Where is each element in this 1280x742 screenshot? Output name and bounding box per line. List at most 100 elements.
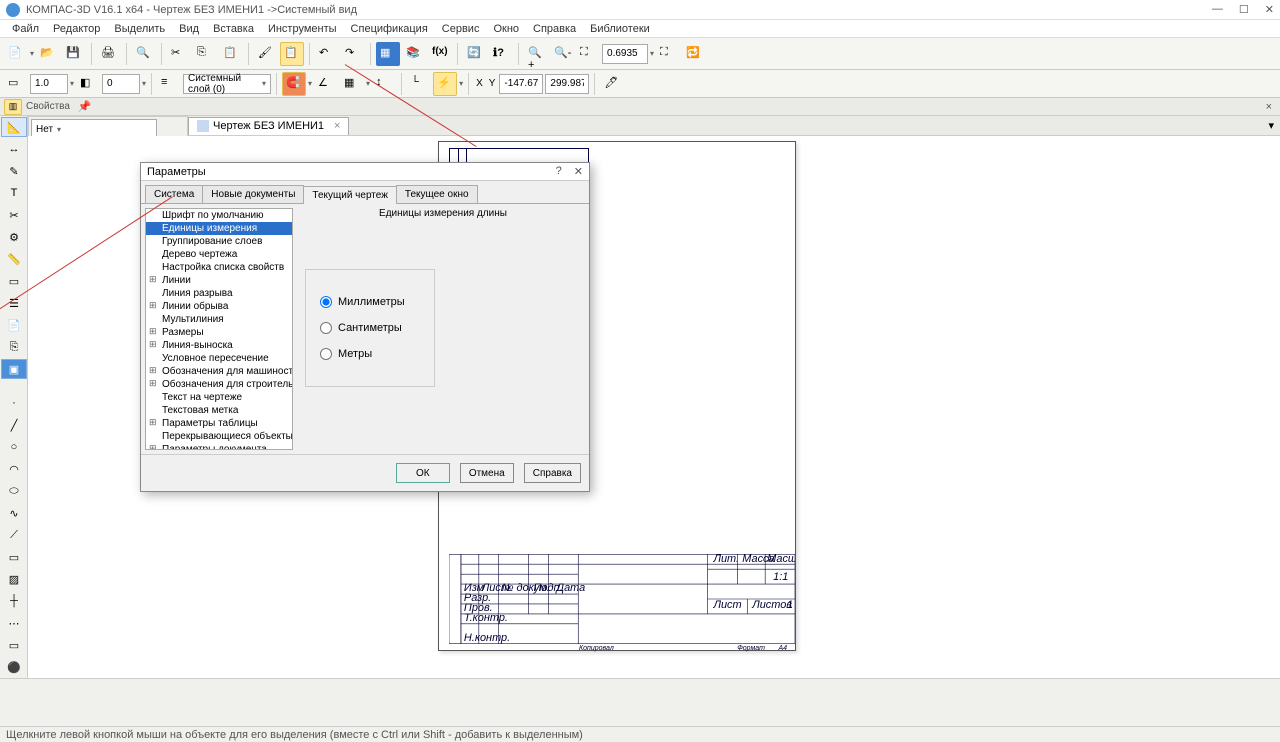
close-button[interactable]: ✕ bbox=[1265, 3, 1274, 16]
settings-tree[interactable]: Шрифт по умолчаниюЕдиницы измеренияГрупп… bbox=[145, 208, 293, 450]
tool-spline[interactable]: ∿ bbox=[1, 503, 27, 523]
properties-button[interactable]: 📋 bbox=[280, 42, 304, 66]
tree-item[interactable]: Настройка списка свойств bbox=[146, 261, 292, 274]
tool-edit[interactable]: ✂ bbox=[1, 205, 27, 225]
dialog-close-button[interactable]: ✕ bbox=[574, 165, 583, 178]
cancel-button[interactable]: Отмена bbox=[460, 463, 514, 483]
new-button[interactable]: 📄 bbox=[4, 42, 28, 66]
library-button[interactable]: 📚 bbox=[402, 42, 426, 66]
x-coord-input[interactable] bbox=[499, 74, 543, 94]
tree-item[interactable]: Перекрывающиеся объекты bbox=[146, 430, 292, 443]
tool-reports[interactable]: 📄 bbox=[1, 315, 27, 335]
tool-sheet[interactable]: ▭ bbox=[1, 635, 27, 655]
document-tab[interactable]: Чертеж БЕЗ ИМЕНИ1 × bbox=[188, 117, 349, 135]
dialog-titlebar[interactable]: Параметры ? ✕ bbox=[141, 163, 589, 181]
current-view-button[interactable]: ▭ bbox=[4, 72, 28, 96]
tree-item[interactable]: Обозначения для строительства bbox=[146, 378, 292, 391]
tool-measure[interactable]: 📏 bbox=[1, 249, 27, 269]
radio-cm[interactable]: Сантиметры bbox=[320, 322, 420, 334]
radio-m[interactable]: Метры bbox=[320, 348, 420, 360]
tool-rect[interactable]: ▭ bbox=[1, 547, 27, 567]
tool-arc[interactable]: ◠ bbox=[1, 459, 27, 479]
dialog-help-button[interactable]: ? bbox=[556, 165, 562, 178]
tree-item[interactable]: Линии обрыва bbox=[146, 300, 292, 313]
tool-spec[interactable]: ☰ bbox=[1, 293, 27, 313]
pin-button[interactable]: 📌 bbox=[74, 100, 96, 113]
preview-button[interactable]: 🔍 bbox=[132, 42, 156, 66]
zoom-value-input[interactable] bbox=[602, 44, 648, 64]
tree-item[interactable]: Линия-выноска bbox=[146, 339, 292, 352]
menu-service[interactable]: Сервис bbox=[436, 21, 486, 37]
step-input[interactable] bbox=[102, 74, 140, 94]
tool-aux[interactable]: ⋯ bbox=[1, 613, 27, 633]
y-coord-input[interactable] bbox=[545, 74, 589, 94]
menu-insert[interactable]: Вставка bbox=[207, 21, 260, 37]
menu-view[interactable]: Вид bbox=[173, 21, 205, 37]
tree-item[interactable]: Параметры документа bbox=[146, 443, 292, 450]
tool-circle[interactable]: ○ bbox=[1, 437, 27, 457]
scale-input[interactable] bbox=[30, 74, 68, 94]
tabs-menu-button[interactable]: ▾ bbox=[1262, 119, 1280, 132]
tab-current-drawing[interactable]: Текущий чертеж bbox=[303, 186, 397, 204]
layers-button[interactable]: ≡ bbox=[157, 72, 181, 96]
tree-item[interactable]: Линия разрыва bbox=[146, 287, 292, 300]
tool-ellipse[interactable]: ⬭ bbox=[1, 481, 27, 501]
tool-geometry[interactable]: 📐 bbox=[1, 117, 27, 137]
menu-help[interactable]: Справка bbox=[527, 21, 582, 37]
menu-spec[interactable]: Спецификация bbox=[345, 21, 434, 37]
tool-dimensions[interactable]: ↔ bbox=[1, 139, 27, 159]
tree-item[interactable]: Группирование слоев bbox=[146, 235, 292, 248]
menu-libs[interactable]: Библиотеки bbox=[584, 21, 656, 37]
tool-polyline[interactable]: ⟋ bbox=[1, 525, 27, 545]
tool-views[interactable]: ▣ bbox=[1, 359, 27, 379]
dialog-help-ref-button[interactable]: Справка bbox=[524, 463, 581, 483]
layer-dropdown[interactable]: Системный слой (0) bbox=[183, 74, 271, 94]
angle-snap-button[interactable]: ∠ bbox=[314, 72, 338, 96]
tab-system[interactable]: Система bbox=[145, 185, 203, 203]
tab-current-window[interactable]: Текущее окно bbox=[396, 185, 478, 203]
format-painter-button[interactable]: 🖌 bbox=[254, 42, 278, 66]
tree-item[interactable]: Текстовая метка bbox=[146, 404, 292, 417]
tree-item[interactable]: Обозначения для машиностроения bbox=[146, 365, 292, 378]
tool-axis[interactable]: ┼ bbox=[1, 591, 27, 611]
ok-button[interactable]: ОК bbox=[396, 463, 450, 483]
brush-tool-button[interactable]: 🖊 bbox=[600, 72, 624, 96]
tree-item[interactable]: Мультилиния bbox=[146, 313, 292, 326]
save-button[interactable]: 💾 bbox=[62, 42, 86, 66]
tool-point[interactable]: · bbox=[1, 393, 27, 413]
minimize-button[interactable]: — bbox=[1212, 3, 1223, 16]
menu-select[interactable]: Выделить bbox=[108, 21, 171, 37]
properties-icon-button[interactable]: ▥ bbox=[4, 99, 22, 115]
menu-window[interactable]: Окно bbox=[487, 21, 525, 37]
radio-mm[interactable]: Миллиметры bbox=[320, 296, 420, 308]
tree-item[interactable]: Линии bbox=[146, 274, 292, 287]
state-button[interactable]: ◧ bbox=[76, 72, 100, 96]
properties-close-button[interactable]: × bbox=[1262, 101, 1276, 113]
redo-button[interactable]: ↷ bbox=[341, 42, 365, 66]
manager-button[interactable]: ▦ bbox=[376, 42, 400, 66]
tree-item[interactable]: Размеры bbox=[146, 326, 292, 339]
cut-button[interactable]: ✂ bbox=[167, 42, 191, 66]
tree-item[interactable]: Параметры таблицы bbox=[146, 417, 292, 430]
zoom-window-button[interactable]: ⛶ bbox=[576, 42, 600, 66]
tab-new-docs[interactable]: Новые документы bbox=[202, 185, 304, 203]
menu-editor[interactable]: Редактор bbox=[47, 21, 106, 37]
zoom-out-button[interactable]: 🔍- bbox=[550, 42, 574, 66]
doc-tab-close[interactable]: × bbox=[334, 120, 340, 132]
snap-button[interactable]: 🧲 bbox=[282, 72, 306, 96]
variables-button[interactable]: f(x) bbox=[428, 42, 452, 66]
menu-file[interactable]: Файл bbox=[6, 21, 45, 37]
paste-button[interactable]: 📋 bbox=[219, 42, 243, 66]
menu-tools[interactable]: Инструменты bbox=[262, 21, 343, 37]
tool-hatch[interactable]: ▨ bbox=[1, 569, 27, 589]
tool-insert[interactable]: ⎘ bbox=[1, 337, 27, 357]
zoom-fit-button[interactable]: ⛶ bbox=[656, 42, 680, 66]
tool-text[interactable]: T bbox=[1, 183, 27, 203]
zoom-in-button[interactable]: 🔍+ bbox=[524, 42, 548, 66]
maximize-button[interactable]: ☐ bbox=[1239, 3, 1249, 16]
copy-button[interactable]: ⎘ bbox=[193, 42, 217, 66]
rebuild-button[interactable]: 🔁 bbox=[682, 42, 706, 66]
tree-item[interactable]: Дерево чертежа bbox=[146, 248, 292, 261]
local-cs-button[interactable]: └ bbox=[407, 72, 431, 96]
tool-param[interactable]: ⚙ bbox=[1, 227, 27, 247]
